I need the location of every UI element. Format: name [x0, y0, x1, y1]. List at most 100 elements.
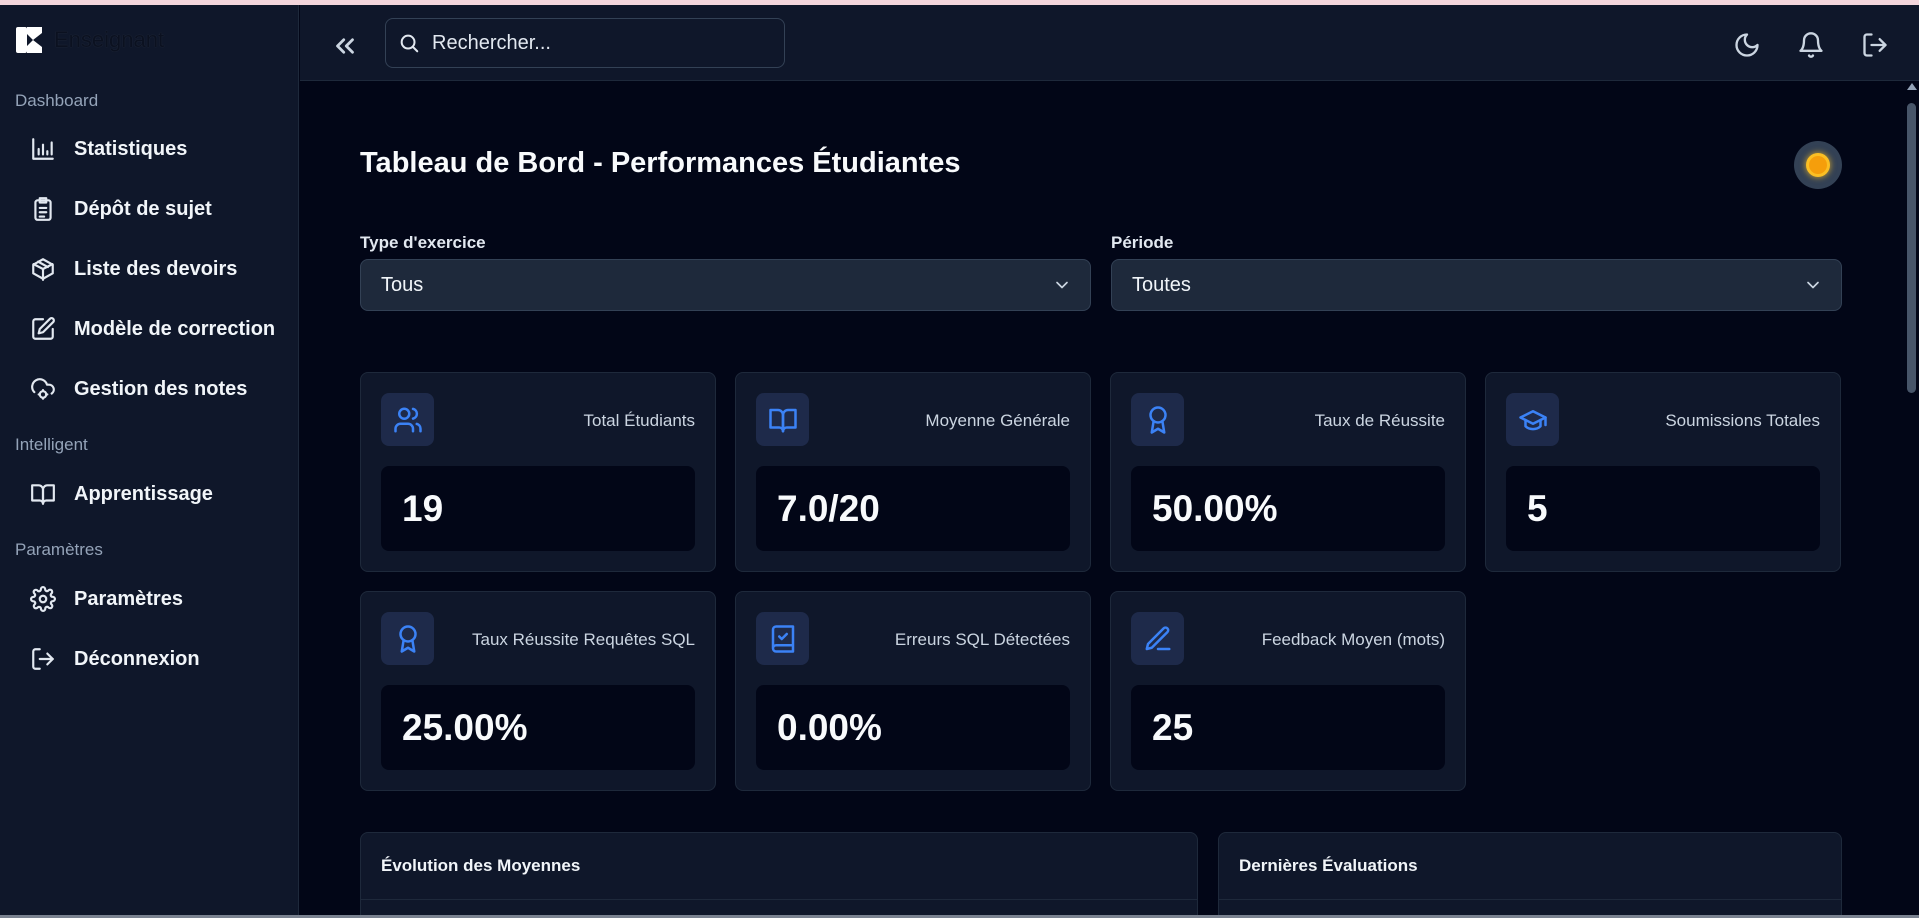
- chevrons-left-icon: [336, 38, 354, 54]
- sidebar-item-label: Déconnexion: [74, 647, 200, 670]
- stat-value: 25.00%: [402, 706, 528, 748]
- book-check-icon: [771, 624, 794, 653]
- card-icon-box: [381, 612, 434, 665]
- card-icon-box: [756, 612, 809, 665]
- stat-card-taux-reussite-sql: Taux Réussite Requêtes SQL 25.00%: [360, 591, 716, 791]
- panel-evolution-moyennes: Évolution des Moyennes: [360, 832, 1198, 915]
- stat-value: 5: [1527, 487, 1548, 529]
- cloud-cog-icon: [31, 378, 55, 400]
- theme-toggle-button[interactable]: [1733, 31, 1761, 59]
- sidebar-item-deconnexion[interactable]: Déconnexion: [30, 642, 200, 676]
- card-icon-box: [1131, 393, 1184, 446]
- stat-card-erreurs-sql: Erreurs SQL Détectées 0.00%: [735, 591, 1091, 791]
- filter-period-label: Période: [1111, 233, 1174, 252]
- app-name: Enseignant: [54, 27, 165, 52]
- period-value: Toutes: [1132, 273, 1191, 296]
- theme-switch-button[interactable]: [1794, 141, 1842, 189]
- stat-card-total-etudiants: Total Étudiants 19: [360, 372, 716, 572]
- sidebar-item-apprentissage[interactable]: Apprentissage: [30, 477, 213, 511]
- page-title: Tableau de Bord - Performances Étudiante…: [360, 147, 961, 179]
- gear-icon: [30, 586, 56, 612]
- stat-label: Taux Réussite Requêtes SQL: [471, 630, 695, 649]
- exercise-type-select[interactable]: Tous: [360, 259, 1091, 311]
- search-input[interactable]: [432, 31, 762, 55]
- stat-value: 50.00%: [1152, 487, 1278, 529]
- edit-icon: [32, 317, 55, 340]
- period-select[interactable]: Toutes: [1111, 259, 1842, 311]
- sidebar-item-label: Modèle de correction: [74, 317, 276, 340]
- section-label-dashboard: Dashboard: [15, 91, 99, 110]
- stat-value-box: 25.00%: [381, 685, 695, 770]
- stat-label: Taux de Réussite: [1314, 411, 1445, 430]
- collapse-sidebar-button[interactable]: [330, 31, 360, 61]
- search-icon: [400, 34, 419, 53]
- exercise-type-value: Tous: [381, 273, 424, 296]
- pen-line-icon: [1145, 625, 1170, 650]
- sidebar-item-gestion-des-notes[interactable]: Gestion des notes: [30, 372, 247, 406]
- moon-icon: [1735, 33, 1759, 57]
- card-icon-box: [1131, 612, 1184, 665]
- panel-title: Évolution des Moyennes: [381, 856, 581, 875]
- bell-icon: [1799, 32, 1823, 58]
- sidebar-item-depot-de-sujet[interactable]: Dépôt de sujet: [30, 192, 212, 226]
- notifications-button[interactable]: [1797, 31, 1825, 59]
- stat-value-box: 0.00%: [756, 685, 1070, 770]
- book-open-icon: [768, 408, 797, 432]
- stat-value-box: 19: [381, 466, 695, 551]
- chevron-down-icon: [1056, 281, 1068, 289]
- vertical-scrollbar[interactable]: [1904, 81, 1919, 915]
- panel-title: Dernières Évaluations: [1239, 856, 1418, 875]
- section-label-parametres: Paramètres: [15, 540, 103, 559]
- stat-value: 19: [402, 487, 444, 529]
- scrollbar-thumb[interactable]: [1907, 103, 1916, 393]
- stat-label: Erreurs SQL Détectées: [894, 630, 1070, 649]
- sidebar: Enseignant Dashboard Statistiques Dépôt …: [0, 5, 299, 915]
- logout-icon: [1863, 33, 1887, 57]
- sidebar-item-parametres[interactable]: Paramètres: [30, 582, 183, 616]
- top-header: [300, 5, 1919, 81]
- scroll-up-arrow-icon[interactable]: [1907, 83, 1917, 90]
- graduation-cap-icon: [1518, 409, 1547, 430]
- sidebar-item-modele-de-correction[interactable]: Modèle de correction: [30, 312, 275, 346]
- stat-card-moyenne-generale: Moyenne Générale 7.0/20: [735, 372, 1091, 572]
- sidebar-item-statistiques[interactable]: Statistiques: [30, 132, 187, 166]
- chevron-down-icon: [1807, 281, 1819, 289]
- stat-label: Soumissions Totales: [1665, 411, 1820, 430]
- award-icon: [398, 624, 417, 653]
- stat-label: Total Étudiants: [583, 411, 695, 430]
- sidebar-item-label: Liste des devoirs: [74, 257, 238, 280]
- stat-value: 25: [1152, 706, 1194, 748]
- logo-icon: [16, 27, 42, 53]
- sidebar-item-liste-des-devoirs[interactable]: Liste des devoirs: [30, 252, 237, 286]
- brand[interactable]: Enseignant: [16, 27, 164, 53]
- sidebar-item-label: Gestion des notes: [74, 377, 248, 400]
- stat-value-box: 7.0/20: [756, 466, 1070, 551]
- stat-label: Feedback Moyen (mots): [1261, 630, 1445, 649]
- package-icon: [32, 258, 54, 281]
- stat-card-soumissions-totales: Soumissions Totales 5: [1485, 372, 1841, 572]
- award-icon: [1148, 405, 1167, 434]
- card-icon-box: [381, 393, 434, 446]
- panel-dernieres-evaluations: Dernières Évaluations: [1218, 832, 1842, 915]
- bar-chart-icon: [32, 138, 54, 160]
- logout-button[interactable]: [1861, 31, 1889, 59]
- sidebar-item-label: Apprentissage: [74, 482, 213, 505]
- stat-value: 7.0/20: [777, 487, 880, 529]
- main-content: Tableau de Bord - Performances Étudiante…: [300, 81, 1904, 915]
- logout-icon: [32, 648, 54, 670]
- stat-label: Moyenne Générale: [925, 411, 1070, 430]
- card-icon-box: [1506, 393, 1559, 446]
- stat-card-taux-de-reussite: Taux de Réussite 50.00%: [1110, 372, 1466, 572]
- panel-divider: [1219, 899, 1841, 900]
- users-icon: [393, 407, 422, 432]
- stat-card-feedback-moyen: Feedback Moyen (mots) 25: [1110, 591, 1466, 791]
- sidebar-item-label: Dépôt de sujet: [74, 197, 212, 220]
- stat-value-box: 50.00%: [1131, 466, 1445, 551]
- sidebar-item-label: Statistiques: [74, 137, 188, 160]
- search-box[interactable]: [385, 18, 785, 68]
- filter-type-label: Type d'exercice: [360, 233, 486, 252]
- stat-value-box: 5: [1506, 466, 1820, 551]
- section-label-intelligent: Intelligent: [15, 435, 88, 454]
- stat-value-box: 25: [1131, 685, 1445, 770]
- book-open-icon: [31, 484, 55, 505]
